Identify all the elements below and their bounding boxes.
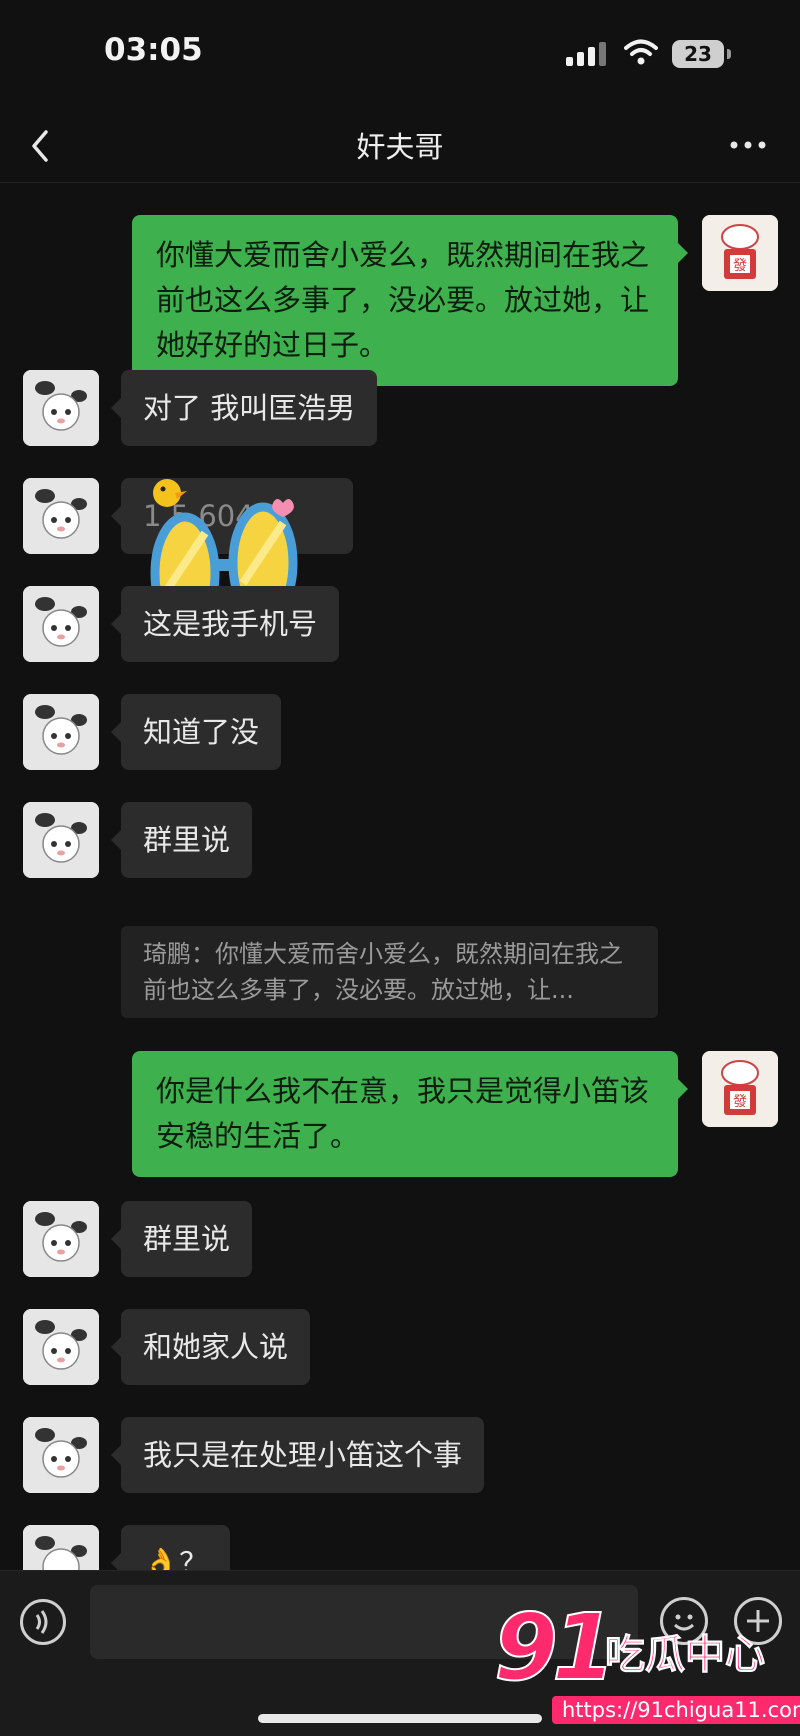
fa-cow-avatar-icon: 發 <box>702 1051 778 1127</box>
message-bubble-incoming[interactable]: 和她家人说 <box>110 1309 311 1385</box>
avatar-contact[interactable] <box>23 694 99 770</box>
voice-input-button[interactable] <box>20 1599 66 1645</box>
quoted-reply[interactable]: 琦鹏：你懂大爱而舍小爱么，既然期间在我之前也这么多事了，没必要。放过她，让... <box>121 926 658 1018</box>
cartoon-girl-avatar-icon <box>23 1525 99 1570</box>
cartoon-girl-avatar-icon <box>23 586 99 662</box>
message-bubble-incoming[interactable]: 群里说 <box>110 1201 253 1277</box>
message-bubble-outgoing[interactable]: 你懂大爱而舍小爱么，既然期间在我之前也这么多事了，没必要。放过她，让她好好的过日… <box>132 215 688 386</box>
battery-icon: 23 <box>672 40 724 68</box>
avatar-self[interactable]: 發 <box>702 215 778 291</box>
fa-cow-avatar-icon: 發 <box>702 215 778 291</box>
cartoon-girl-avatar-icon <box>23 802 99 878</box>
status-time: 03:05 <box>104 32 203 68</box>
avatar-contact[interactable] <box>23 478 99 554</box>
watermark-logo: 91 吃瓜中心 https://91chigua11.com <box>490 1593 800 1734</box>
nav-bar: 奸夫哥 <box>0 110 800 183</box>
watermark-brand: 91 <box>493 1593 617 1702</box>
message-bubble-incoming[interactable]: 对了 我叫匡浩男 <box>110 370 378 446</box>
avatar-contact[interactable] <box>23 586 99 662</box>
signal-icon <box>566 42 608 66</box>
avatar-contact[interactable] <box>23 1309 99 1385</box>
avatar-contact[interactable] <box>23 1417 99 1493</box>
voice-wave-icon <box>35 1610 48 1634</box>
avatar-contact[interactable] <box>23 1525 99 1570</box>
avatar-contact[interactable] <box>23 1201 99 1277</box>
more-options-icon[interactable] <box>728 130 768 160</box>
cartoon-girl-avatar-icon <box>23 1309 99 1385</box>
avatar-contact[interactable] <box>23 802 99 878</box>
svg-text:發: 發 <box>733 1094 747 1110</box>
status-bar: 03:05 23 <box>0 0 800 110</box>
watermark-url: https://91chigua11.com <box>552 1696 800 1724</box>
message-bubble-incoming[interactable]: 群里说 <box>110 802 253 878</box>
svg-text:發: 發 <box>733 258 747 274</box>
watermark-name: 吃瓜中心 <box>605 1632 766 1679</box>
message-bubble-outgoing[interactable]: 你是什么我不在意，我只是觉得小笛该安稳的生活了。 <box>132 1051 688 1177</box>
avatar-contact[interactable] <box>23 370 99 446</box>
message-bubble-incoming[interactable]: 这是我手机号 <box>110 586 340 662</box>
message-bubble-incoming[interactable]: 👌？ <box>110 1525 231 1570</box>
avatar-self[interactable]: 發 <box>702 1051 778 1127</box>
chat-title: 奸夫哥 <box>356 130 444 164</box>
cartoon-girl-avatar-icon <box>23 478 99 554</box>
wifi-icon <box>624 39 658 65</box>
cartoon-girl-avatar-icon <box>23 694 99 770</box>
cartoon-girl-avatar-icon <box>23 1201 99 1277</box>
message-bubble-incoming[interactable]: 知道了没 <box>110 694 282 770</box>
chat-area[interactable]: 你懂大爱而舍小爱么，既然期间在我之前也这么多事了，没必要。放过她，让她好好的过日… <box>0 183 800 1570</box>
cartoon-girl-avatar-icon <box>23 370 99 446</box>
cartoon-girl-avatar-icon <box>23 1417 99 1493</box>
battery-tip <box>727 49 731 59</box>
message-bubble-incoming[interactable]: 我只是在处理小笛这个事 <box>110 1417 485 1493</box>
